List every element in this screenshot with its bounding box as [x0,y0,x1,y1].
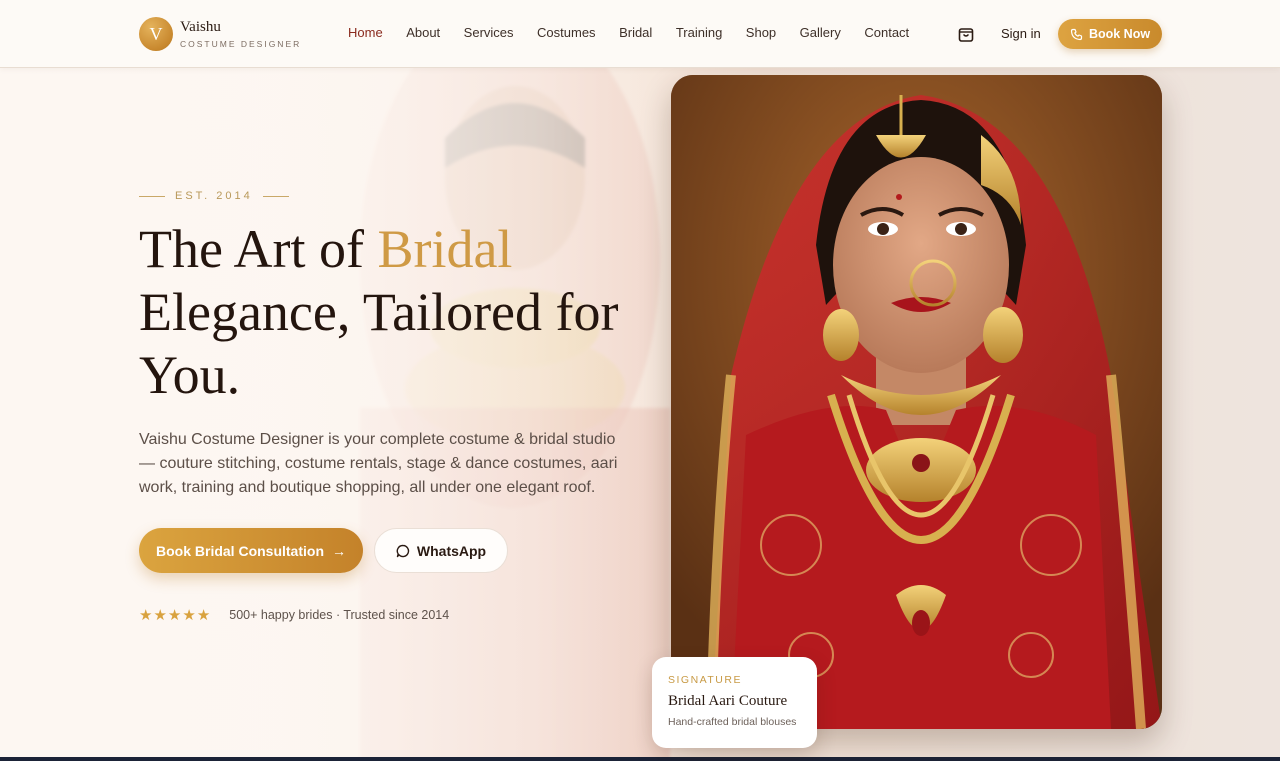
est-text: EST. 2014 [175,190,253,202]
bride-photo [671,75,1162,729]
divider-left [139,195,165,197]
main-nav: Home About Services Costumes Bridal Trai… [348,25,933,40]
signature-kicker: SIGNATURE [668,674,742,686]
signature-card: SIGNATURE Bridal Aari Couture Hand-craft… [652,657,817,748]
signature-subtitle: Hand-crafted bridal blouses [668,716,797,728]
divider-right [262,195,289,197]
nav-item-contact[interactable]: Contact [864,25,909,40]
site-header: V Vaishu COSTUME DESIGNER Home About Ser… [0,0,1280,68]
book-consultation-button[interactable]: Book Bridal Consultation → [139,528,363,573]
nav-item-training[interactable]: Training [676,25,722,40]
book-now-button[interactable]: Book Now [1058,19,1162,49]
star-icon: ★ [139,607,153,624]
headline-pre: The Art of [139,219,378,279]
brand-tagline: COSTUME DESIGNER [180,39,302,49]
nav-item-gallery[interactable]: Gallery [800,25,841,40]
rating-row: ★ ★ ★ ★ ★ 500+ happy brides · Trusted si… [139,606,449,624]
bride-illustration [671,75,1162,729]
next-section-edge [0,757,1280,761]
established-label: EST. 2014 [139,190,289,202]
star-icon: ★ [182,607,196,624]
book-now-label: Book Now [1088,27,1151,41]
nav-item-about[interactable]: About [406,25,440,40]
star-icon: ★ [196,607,211,624]
arrow-right-icon: → [332,542,346,559]
rating-text: 500+ happy brides · Trusted since 2014 [229,608,450,622]
nav-item-bridal[interactable]: Bridal [619,25,652,40]
logo-mark: V [139,17,173,51]
book-consultation-label: Book Bridal Consultation [156,542,324,559]
phone-icon [1070,28,1083,40]
chat-bubble-icon [396,544,410,557]
whatsapp-button[interactable]: WhatsApp [374,528,508,573]
logo-text: Vaishu COSTUME DESIGNER [180,19,301,49]
headline-post: Elegance, Tailored for You. [139,282,619,405]
shopping-bag-icon[interactable] [957,25,975,43]
signin-link[interactable]: Sign in [1001,26,1041,41]
hero-description: Vaishu Costume Designer is your complete… [139,431,618,496]
nav-item-services[interactable]: Services [464,25,514,40]
signature-title: Bridal Aari Couture [668,693,788,709]
star-icon: ★ [153,607,167,624]
nav-item-shop[interactable]: Shop [746,25,776,40]
brand-name: Vaishu [180,19,221,35]
whatsapp-label: WhatsApp [416,542,487,559]
nav-item-costumes[interactable]: Costumes [537,25,596,40]
hero-headline: The Art of Bridal Elegance, Tailored for… [139,218,639,407]
star-icon: ★ [167,607,182,624]
headline-accent: Bridal [377,219,513,279]
brand-logo[interactable]: V Vaishu COSTUME DESIGNER [139,17,301,51]
nav-item-home[interactable]: Home [348,25,383,40]
